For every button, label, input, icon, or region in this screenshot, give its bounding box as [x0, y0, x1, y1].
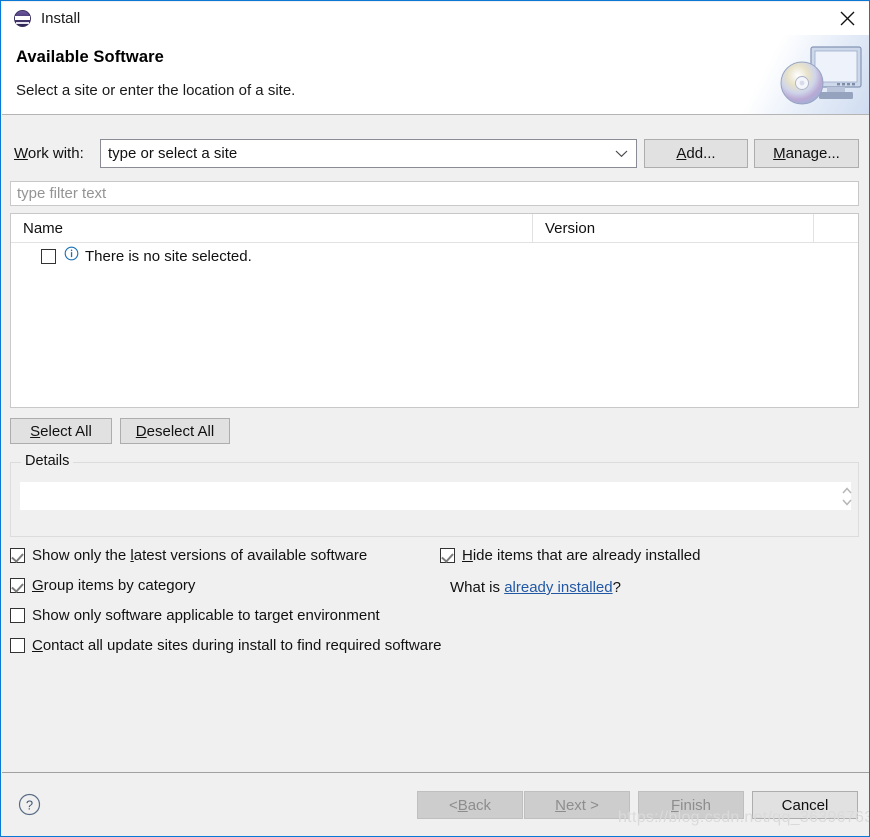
option-label-pre: Show only the	[32, 547, 131, 564]
next-button-label: ext >	[565, 796, 599, 814]
manage-button-mnemonic: M	[773, 145, 786, 162]
already-installed-link[interactable]: already installed	[504, 579, 612, 596]
deselect-all-label: eselect All	[146, 422, 215, 440]
finish-button-label: inish	[680, 796, 712, 814]
option-group-by-category[interactable]: Group items by category	[10, 577, 195, 594]
option-label: Hide items that are already installed	[462, 547, 700, 564]
option-mnemonic: G	[32, 577, 44, 594]
title-bar: Install	[2, 2, 869, 35]
window-title: Install	[41, 10, 81, 27]
option-label: Show only software applicable to target …	[32, 607, 380, 624]
option-label: Contact all update sites during install …	[32, 637, 441, 654]
work-with-combo[interactable]: type or select a site	[100, 139, 637, 168]
work-with-label-text: ork with:	[27, 145, 84, 162]
install-dialog: Install Available Software Select a site…	[0, 0, 870, 837]
column-header-name[interactable]: Name	[11, 214, 532, 242]
what-is-already-installed-text: What is already installed?	[450, 579, 621, 596]
filter-placeholder: type filter text	[17, 185, 107, 202]
checkbox[interactable]	[10, 548, 25, 563]
row-checkbox[interactable]	[41, 248, 56, 264]
details-group: Details	[10, 453, 859, 537]
details-text-area[interactable]	[19, 481, 852, 511]
option-label: Show only the latest versions of availab…	[32, 547, 367, 564]
chevron-down-icon	[615, 140, 628, 167]
svg-text:?: ?	[26, 797, 33, 812]
eclipse-sphere-icon	[14, 10, 31, 27]
checkbox[interactable]	[10, 578, 25, 593]
table-row[interactable]: There is no site selected.	[11, 243, 858, 269]
what-is-prefix: What is	[450, 579, 505, 596]
option-label-post: how only software applicable to target e…	[42, 607, 380, 624]
dialog-header: Available Software Select a site or ente…	[2, 35, 869, 115]
option-label-post: ontact all update sites during install t…	[42, 637, 442, 654]
option-show-applicable-to-target[interactable]: Show only software applicable to target …	[10, 607, 380, 624]
deselect-all-button[interactable]: Deselect All	[120, 418, 230, 444]
checkbox[interactable]	[440, 548, 455, 563]
spinner-up-down-icon[interactable]	[840, 484, 854, 510]
option-show-latest-versions[interactable]: Show only the latest versions of availab…	[10, 547, 367, 564]
close-icon[interactable]	[825, 2, 869, 35]
add-button-mnemonic: A	[676, 145, 687, 162]
column-header-version[interactable]: Version	[532, 214, 813, 242]
column-header-spacer	[813, 214, 859, 242]
monitor-with-cd-icon	[690, 35, 869, 114]
table-header: Name Version	[11, 214, 858, 243]
back-button-mnemonic: B	[457, 796, 468, 814]
work-with-mnemonic: W	[14, 145, 28, 162]
manage-button-label: anage...	[785, 145, 840, 162]
select-all-mnemonic: S	[30, 422, 41, 440]
checkbox[interactable]	[10, 608, 25, 623]
option-label-post: ide items that are already installed	[472, 547, 701, 564]
option-contact-all-update-sites[interactable]: Contact all update sites during install …	[10, 637, 441, 654]
option-mnemonic: S	[32, 607, 43, 624]
question-circle-icon[interactable]: ?	[18, 793, 41, 821]
filter-input[interactable]: type filter text	[10, 181, 859, 206]
checkbox[interactable]	[10, 638, 25, 653]
select-all-button[interactable]: Select All	[10, 418, 112, 444]
option-label-post: atest versions of available software	[133, 547, 368, 564]
work-with-row: Work with: type or select a site Add... …	[2, 139, 869, 169]
details-legend: Details	[21, 453, 74, 469]
work-with-combo-value: type or select a site	[108, 145, 238, 162]
back-button-label: ack	[467, 796, 492, 814]
next-button-mnemonic: N	[555, 796, 566, 814]
dialog-content: Work with: type or select a site Add... …	[2, 115, 869, 772]
manage-sites-button[interactable]: Manage...	[754, 139, 859, 168]
option-label-post: roup items by category	[43, 577, 196, 594]
option-hide-already-installed[interactable]: Hide items that are already installed	[440, 547, 700, 564]
add-site-button[interactable]: Add...	[644, 139, 748, 168]
back-button-prefix: <	[448, 796, 458, 814]
finish-button-mnemonic: F	[670, 796, 681, 814]
next-button[interactable]: Next >	[524, 791, 630, 819]
available-software-table[interactable]: Name Version There is no site selected.	[10, 213, 859, 408]
row-name-cell: There is no site selected.	[85, 247, 252, 265]
add-button-label: dd...	[686, 145, 716, 162]
option-mnemonic: H	[462, 547, 473, 564]
option-label: Group items by category	[32, 577, 195, 594]
cancel-button[interactable]: Cancel	[752, 791, 858, 819]
info-circle-icon	[64, 246, 79, 266]
option-mnemonic: C	[32, 637, 43, 654]
work-with-label: Work with:	[14, 145, 84, 162]
deselect-all-mnemonic: D	[135, 422, 147, 440]
back-button[interactable]: < Back	[417, 791, 523, 819]
what-is-suffix: ?	[612, 579, 621, 596]
page-subtitle: Select a site or enter the location of a…	[16, 82, 296, 99]
select-all-label: elect All	[40, 422, 92, 440]
finish-button[interactable]: Finish	[638, 791, 744, 819]
button-bar: ? < Back Next > Finish Cancel	[2, 773, 869, 836]
page-title: Available Software	[16, 48, 164, 66]
